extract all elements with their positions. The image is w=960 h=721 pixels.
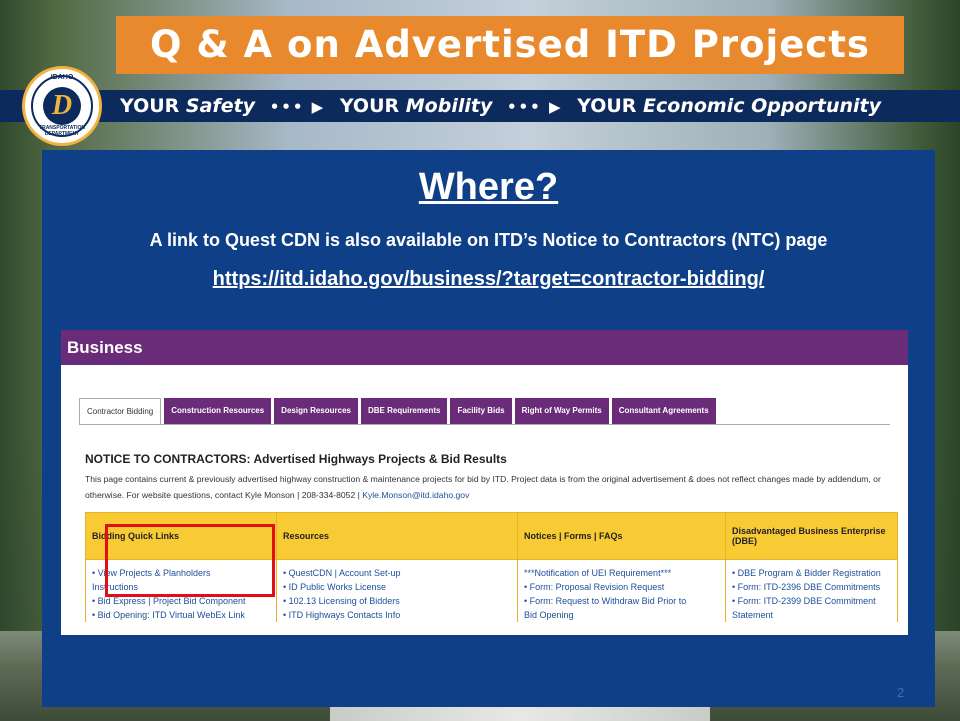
tagline-safety: Safety [185,95,256,117]
seal-top-text: IDAHO [50,74,74,81]
tab-design-resources[interactable]: Design Resources [274,398,358,424]
link-contacts-info[interactable]: • ITD Highways Contacts Info [283,608,511,622]
tab-consultant-agreements[interactable]: Consultant Agreements [611,398,716,424]
seal-letter: D [43,87,81,125]
link-licensing-of-bidders[interactable]: • 102.13 Licensing of Bidders [283,594,511,608]
tab-facility-bids[interactable]: Facility Bids [450,398,512,424]
tab-right-of-way-permits[interactable]: Right of Way Permits [514,398,609,424]
tab-dbe-requirements[interactable]: DBE Requirements [360,398,448,424]
tagline-bar: YOUR Safety ••• ▶ YOUR Mobility ••• ▶ YO… [0,90,960,122]
tab-divider [79,424,890,425]
link-uei-notification[interactable]: ***Notification of UEI Requirement*** [524,566,719,580]
link-bid-opening[interactable]: • Bid Opening: ITD Virtual WebEx Link [92,608,270,622]
website-screenshot: Business Contractor Bidding Construction… [61,330,908,635]
link-questcdn[interactable]: • QuestCDN | Account Set-up [283,566,511,580]
ntc-url-link[interactable]: https://itd.idaho.gov/business/?target=c… [42,268,935,291]
table-cell: ***Notification of UEI Requirement*** • … [517,559,726,622]
slide-title: Q & A on Advertised ITD Projects [116,16,904,74]
business-tabs: Contractor Bidding Construction Resource… [79,398,719,424]
tagline-arrow-icon: ••• ▶ [269,98,326,116]
intro-text: A link to Quest CDN is also available on… [149,230,828,250]
link-itd-2396[interactable]: • Form: ITD-2396 DBE Commitments [732,580,891,594]
contact-email-link[interactable]: Kyle.Monson@itd.idaho.gov [362,490,469,500]
tab-construction-resources[interactable]: Construction Resources [164,398,272,424]
link-proposal-revision[interactable]: • Form: Proposal Revision Request [524,580,719,594]
link-withdraw-bid[interactable]: • Form: Request to Withdraw Bid Prior to [524,594,719,608]
where-heading: Where? [418,166,559,208]
tab-contractor-bidding[interactable]: Contractor Bidding [79,398,162,424]
tagline-your-3: YOUR [577,95,637,117]
table-cell: • QuestCDN | Account Set-up • ID Public … [276,559,518,622]
tagline-arrow-icon: ••• ▶ [506,98,563,116]
page-number: 2 [897,685,905,700]
notice-title: NOTICE TO CONTRACTORS: Advertised Highwa… [85,452,507,466]
seal-bottom-text: TRANSPORTATION DEPARTMENT [39,125,85,137]
business-header: Business [61,330,908,365]
link-itd-2399-cont[interactable]: Statement [732,608,891,622]
itd-seal-logo: IDAHO D TRANSPORTATION DEPARTMENT [22,66,102,146]
tagline-your-1: YOUR [120,95,180,117]
column-header-dbe: Disadvantaged Business Enterprise (DBE) [725,512,898,560]
link-withdraw-bid-cont[interactable]: Bid Opening [524,608,719,622]
column-header-notices: Notices | Forms | FAQs [517,512,726,560]
content-panel: Where? A link to Quest CDN is also avail… [42,150,935,707]
tagline-economic-opportunity: Economic Opportunity [643,95,882,117]
notice-description: This page contains current & previously … [85,471,905,503]
table-cell: • DBE Program & Bidder Registration • Fo… [725,559,898,622]
highlight-underline [111,594,171,596]
tagline-mobility: Mobility [405,95,493,117]
column-header-resources: Resources [276,512,518,560]
link-dbe-program[interactable]: • DBE Program & Bidder Registration [732,566,891,580]
link-public-works-license[interactable]: • ID Public Works License [283,580,511,594]
notice-description-text: This page contains current & previously … [85,474,881,500]
tagline-your-2: YOUR [339,95,400,117]
highlight-box [105,524,275,597]
link-itd-2399[interactable]: • Form: ITD-2399 DBE Commitment [732,594,891,608]
